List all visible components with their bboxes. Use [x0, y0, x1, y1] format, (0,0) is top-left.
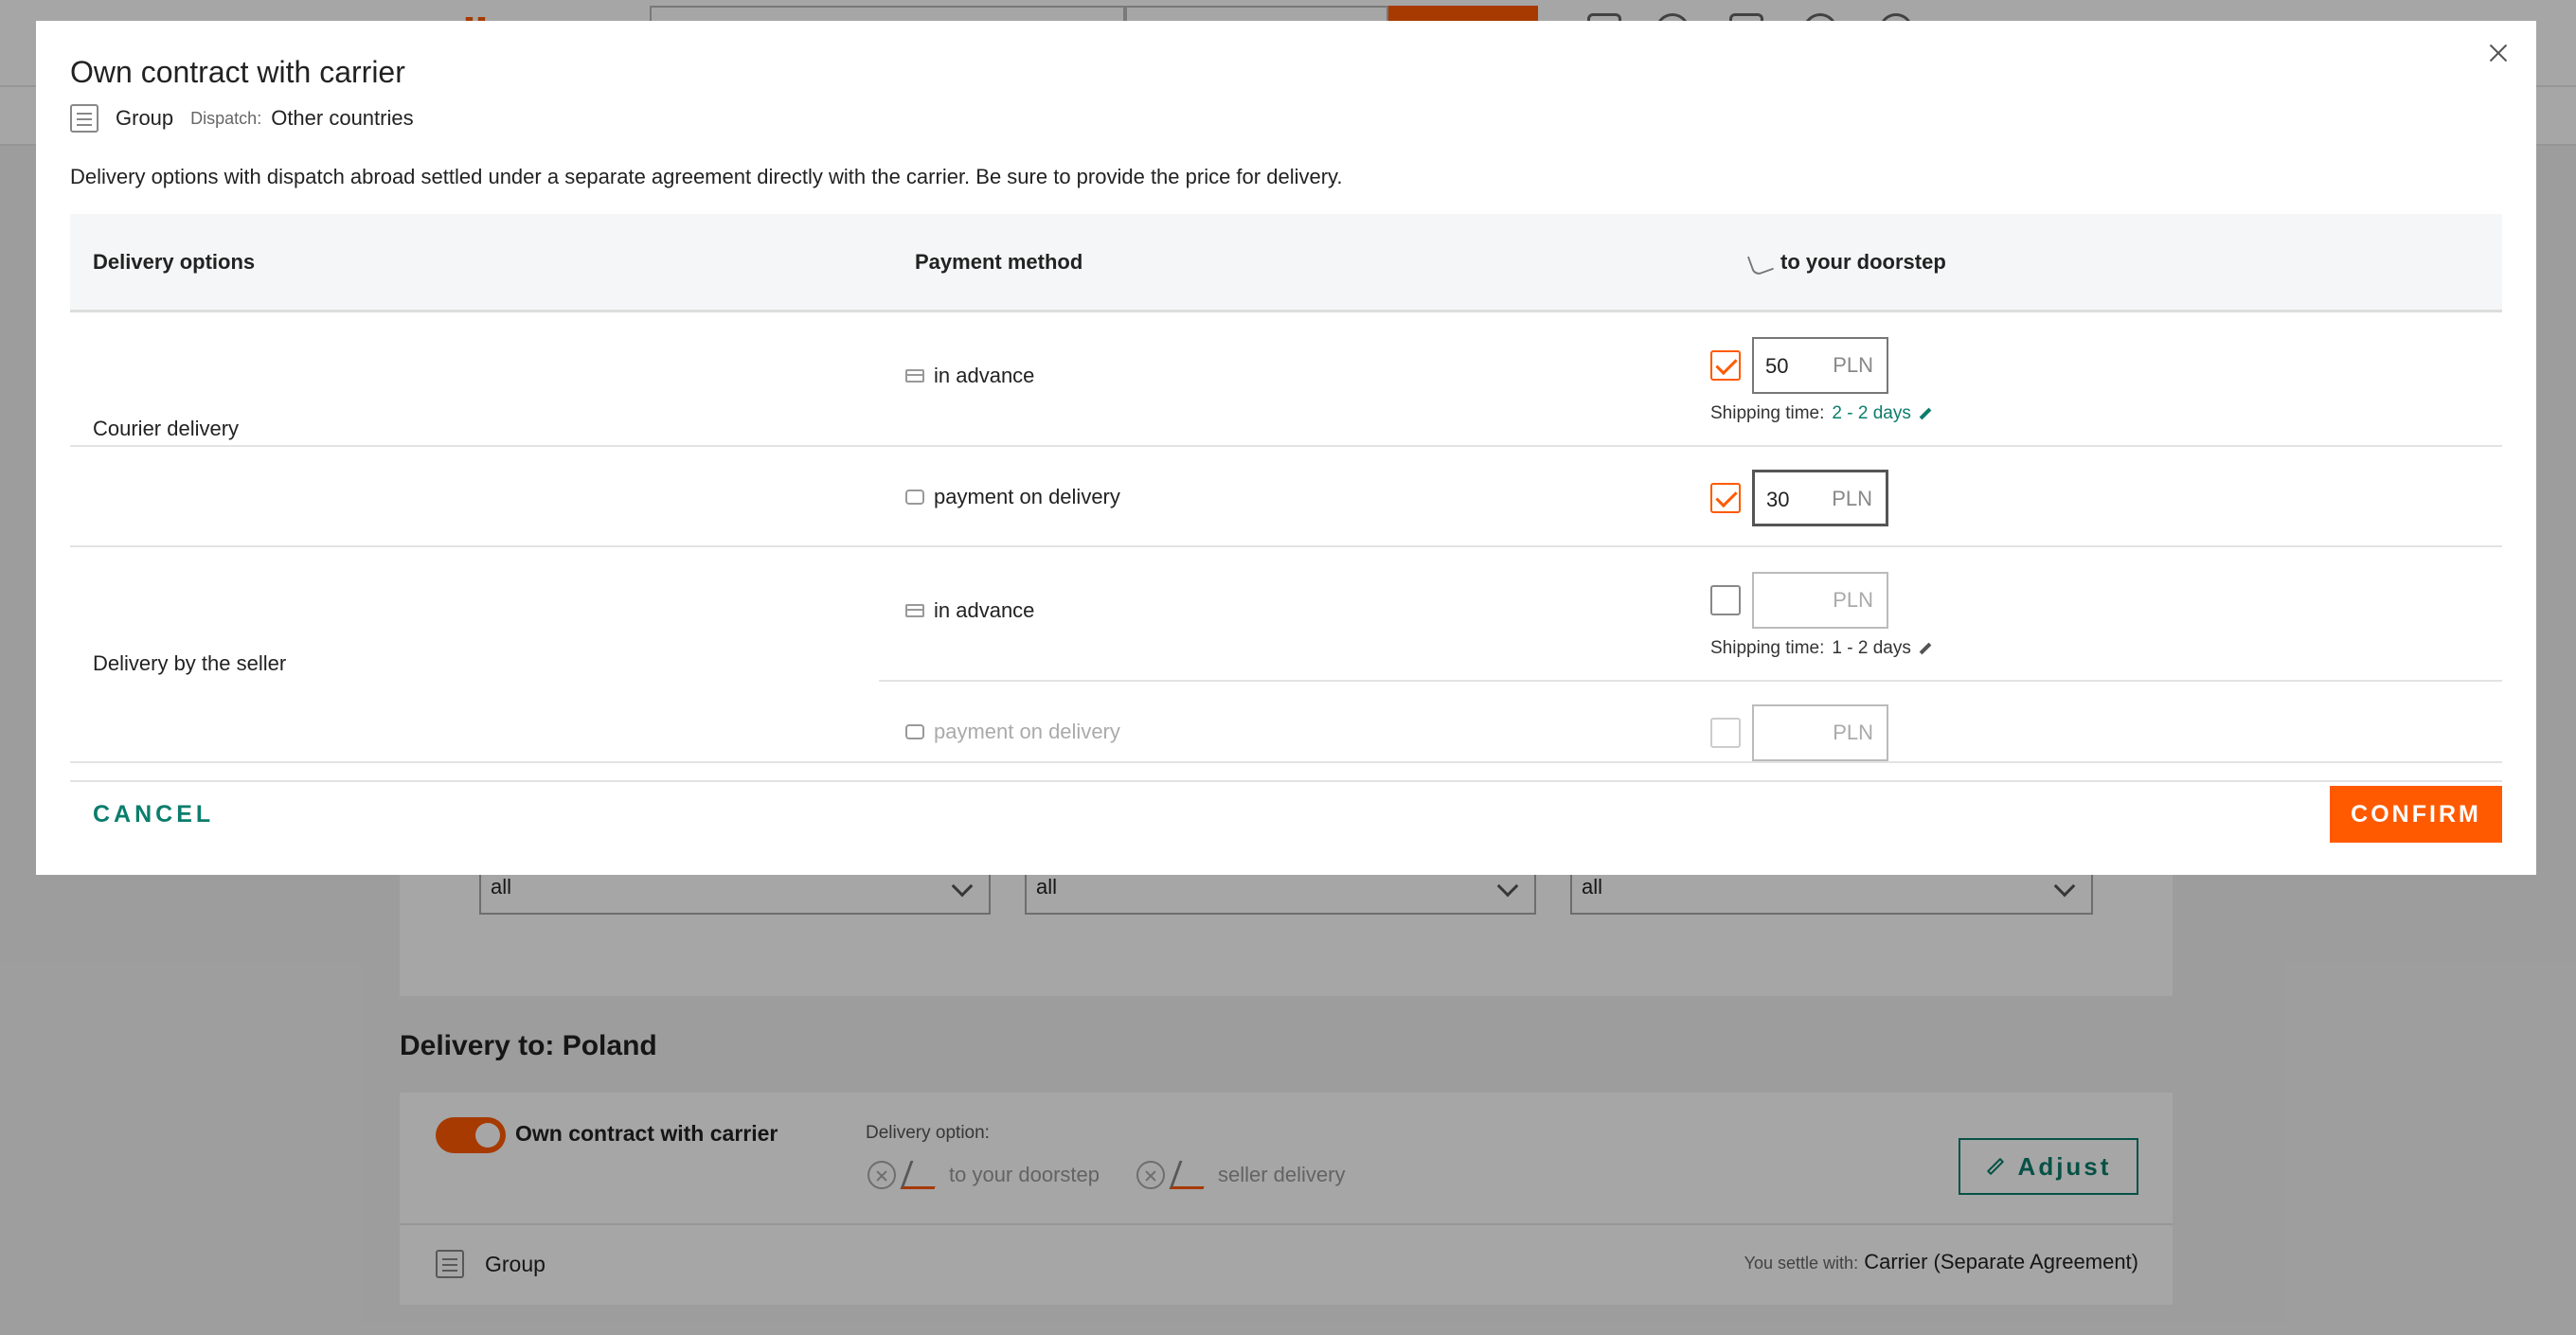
doorstep-icon: [1746, 250, 1775, 277]
price-input[interactable]: 50 PLN: [1752, 337, 1888, 394]
cash-icon: [905, 490, 924, 505]
card-icon: [905, 604, 924, 617]
group-name: Delivery by the seller: [93, 651, 287, 675]
delivery-table: Delivery options Payment method to your …: [70, 214, 2502, 782]
price-value: 50: [1765, 354, 1789, 378]
shipping-time-value[interactable]: 1 - 2 days: [1832, 638, 1910, 659]
payment-method-label: payment on delivery: [934, 720, 1120, 743]
payment-method: in advance: [905, 598, 1034, 623]
pencil-icon[interactable]: [1919, 407, 1932, 420]
doorstep-checkbox[interactable]: [1710, 585, 1741, 615]
doorstep-checkbox: [1710, 718, 1741, 748]
table-header: Delivery options Payment method to your …: [70, 214, 2502, 312]
payment-method: payment on delivery: [905, 485, 1120, 509]
own-contract-modal: Own contract with carrier Group Dispatch…: [36, 21, 2536, 875]
price-currency: PLN: [1832, 487, 1872, 510]
card-icon: [905, 369, 924, 383]
modal-footer: CANCEL CONFIRM: [70, 761, 2502, 848]
shipping-time: Shipping time: 1 - 2 days: [1710, 638, 1932, 659]
modal-group-label: Group: [116, 106, 174, 130]
modal-meta-row: Group Dispatch: Other countries: [70, 104, 414, 133]
header-doorstep-label: to your doorstep: [1780, 250, 1946, 274]
price-input: PLN: [1752, 704, 1888, 761]
group-icon: [70, 104, 98, 133]
dispatch-value: Other countries: [271, 106, 414, 130]
doorstep-checkbox[interactable]: [1710, 350, 1741, 381]
doorstep-checkbox[interactable]: [1710, 483, 1741, 513]
price-input[interactable]: PLN: [1752, 572, 1888, 629]
modal-title: Own contract with carrier: [70, 55, 405, 89]
shipping-time: Shipping time: 2 - 2 days: [1710, 403, 1932, 424]
payment-method-label: in advance: [934, 364, 1035, 387]
price-currency: PLN: [1833, 721, 1873, 744]
group-seller-delivery: Delivery by the seller in advance PLN Sh…: [70, 547, 2502, 782]
payment-method: payment on delivery: [905, 720, 1120, 744]
header-payment-method: Payment method: [915, 250, 1083, 274]
cancel-button[interactable]: CANCEL: [93, 801, 214, 828]
price-value: 30: [1766, 488, 1790, 511]
pencil-icon[interactable]: [1919, 642, 1932, 655]
cash-icon: [905, 724, 924, 739]
payment-method-label: payment on delivery: [934, 485, 1120, 508]
close-icon[interactable]: [2481, 36, 2515, 70]
group-courier-delivery: Courier delivery in advance 50 PLN Shipp…: [70, 312, 2502, 547]
header-delivery-options: Delivery options: [93, 250, 256, 274]
table-row: in advance PLN Shipping time: 1 - 2 days: [879, 547, 2502, 680]
shipping-time-label: Shipping time:: [1710, 403, 1825, 423]
modal-description: Delivery options with dispatch abroad se…: [70, 165, 1343, 188]
table-row: in advance 50 PLN Shipping time: 2 - 2 d…: [879, 312, 2502, 445]
group-name: Courier delivery: [93, 417, 240, 440]
shipping-time-label: Shipping time:: [1710, 638, 1825, 658]
payment-method: in advance: [905, 364, 1034, 388]
confirm-button[interactable]: CONFIRM: [2330, 786, 2502, 843]
header-doorstep: to your doorstep: [1746, 250, 1946, 277]
shipping-time-value[interactable]: 2 - 2 days: [1832, 403, 1910, 424]
price-input[interactable]: 30 PLN: [1752, 470, 1888, 526]
table-row: payment on delivery 30 PLN: [70, 445, 2502, 547]
price-currency: PLN: [1833, 353, 1873, 377]
price-currency: PLN: [1833, 588, 1873, 612]
payment-method-label: in advance: [934, 598, 1035, 622]
dispatch-label: Dispatch:: [190, 108, 262, 128]
